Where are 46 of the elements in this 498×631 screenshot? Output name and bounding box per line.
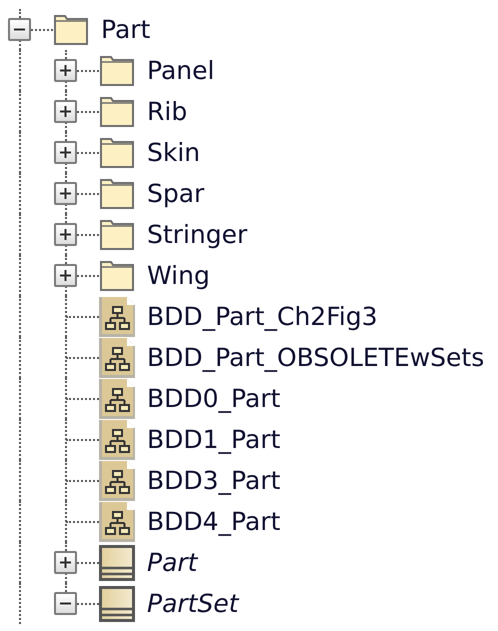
diagram-icon <box>99 338 135 378</box>
expand-toggle[interactable] <box>54 59 77 82</box>
block-icon <box>99 586 135 622</box>
expand-toggle[interactable] <box>54 100 77 123</box>
folder-icon <box>99 218 135 250</box>
diagram-icon <box>99 502 135 542</box>
tree-item-label[interactable]: BDD_Part_OBSOLETEwSets <box>147 343 484 372</box>
tree-item-label[interactable]: BDD1_Part <box>147 425 280 454</box>
tree-item-label[interactable]: BDD3_Part <box>147 466 280 495</box>
folder-icon <box>99 54 135 86</box>
diagram-icon <box>99 378 135 418</box>
tree-item-label[interactable]: BDD0_Part <box>147 384 280 413</box>
expand-toggle[interactable] <box>54 592 77 615</box>
tree-item-label[interactable]: BDD_Part_Ch2Fig3 <box>147 302 378 331</box>
tree-item-label[interactable]: Part <box>147 548 198 577</box>
tree-item-label[interactable]: PartSet <box>147 589 239 618</box>
expand-toggle[interactable] <box>54 223 77 246</box>
expand-toggle[interactable] <box>54 551 77 574</box>
expand-toggle[interactable] <box>54 141 77 164</box>
plus-icon <box>59 228 72 241</box>
tree-item-label[interactable]: Part <box>101 15 150 44</box>
folder-icon <box>99 260 135 292</box>
plus-icon <box>59 64 72 77</box>
folder-icon <box>99 96 135 128</box>
folder-icon <box>53 14 89 46</box>
tree-item-label[interactable]: Spar <box>147 179 204 208</box>
folder-icon <box>99 178 135 210</box>
diagram-icon <box>99 420 135 460</box>
expand-toggle[interactable] <box>54 182 77 205</box>
expand-toggle[interactable] <box>54 264 77 287</box>
expand-toggle[interactable] <box>8 18 31 41</box>
block-icon <box>99 544 135 580</box>
diagram-icon <box>99 460 135 500</box>
plus-icon <box>59 269 72 282</box>
plus-icon <box>59 146 72 159</box>
tree-item-label[interactable]: Skin <box>147 138 200 167</box>
tree-item-label[interactable]: Rib <box>147 97 188 126</box>
tree-item-label[interactable]: Wing <box>147 261 210 290</box>
tree-item-label[interactable]: BDD4_Part <box>147 507 280 536</box>
diagram-icon <box>99 296 135 336</box>
plus-icon <box>59 105 72 118</box>
folder-icon <box>99 136 135 168</box>
plus-icon <box>59 556 72 569</box>
tree-item-label[interactable]: Stringer <box>147 220 248 249</box>
tree-item-label[interactable]: Panel <box>147 56 214 85</box>
plus-icon <box>59 187 72 200</box>
